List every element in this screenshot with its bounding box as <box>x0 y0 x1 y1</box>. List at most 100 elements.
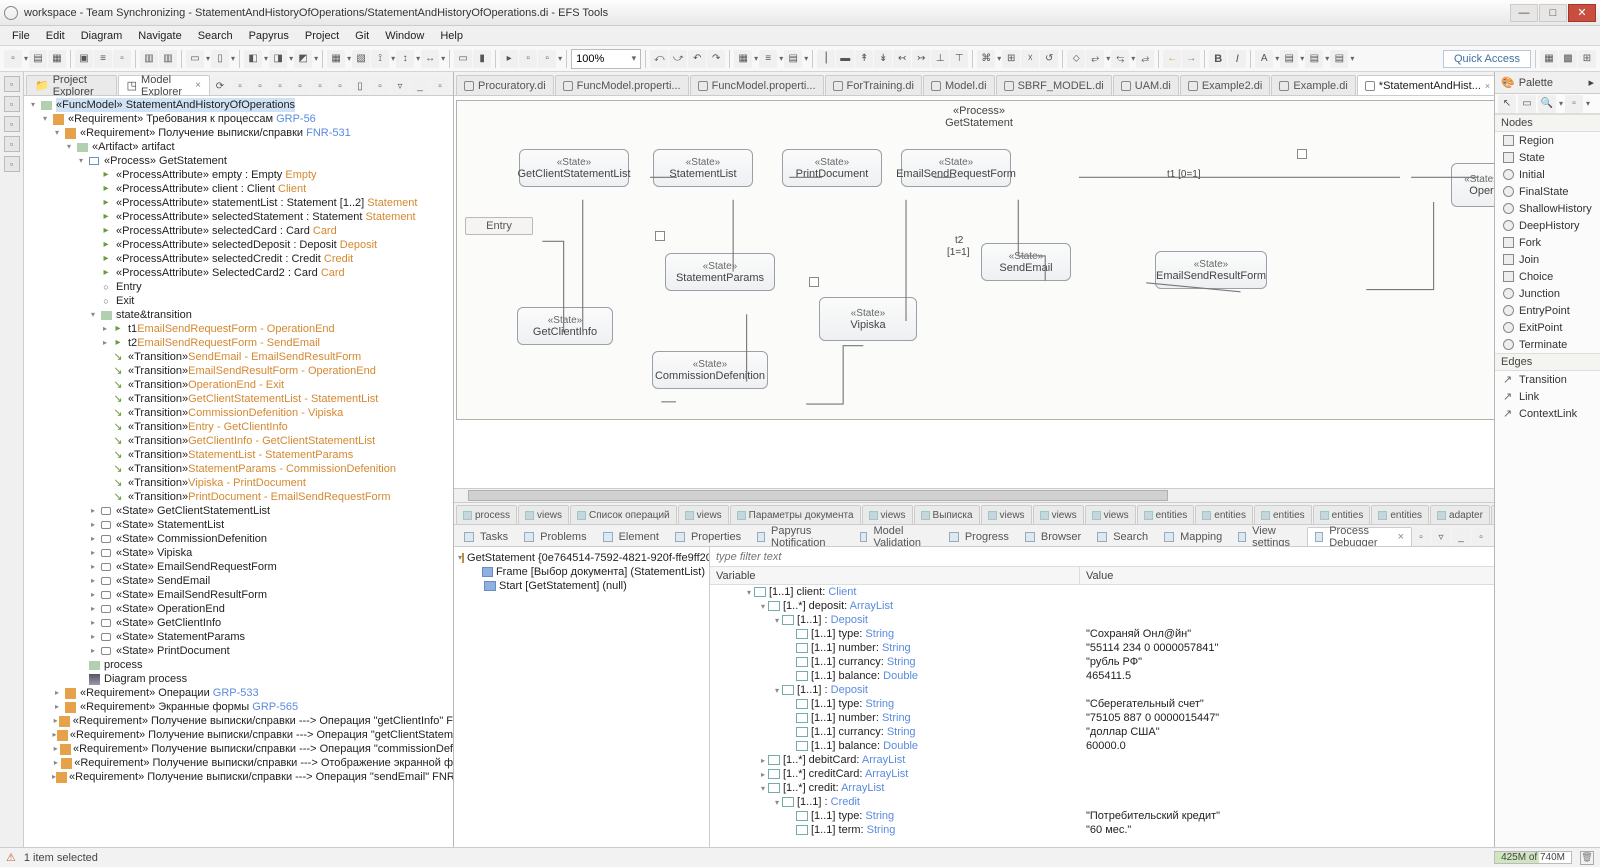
tree-node[interactable]: ▸«Requirement» Получение выписки/справки… <box>28 770 453 784</box>
view-tab[interactable]: Browser <box>1017 527 1089 546</box>
tb-icon[interactable]: ↡ <box>874 50 892 68</box>
tb-icon[interactable]: ◨ <box>269 50 287 68</box>
bottom-tab[interactable]: entities <box>1371 505 1429 524</box>
diagram-hscrollbar[interactable] <box>454 488 1494 502</box>
bottom-tab[interactable]: entities <box>1195 505 1253 524</box>
editor-tab[interactable]: Example.di <box>1271 75 1355 95</box>
tb-icon[interactable]: ▯ <box>211 50 229 68</box>
variable-row[interactable]: ▸[1..*] creditCard: ArrayList <box>710 767 1494 781</box>
chevron-right-icon[interactable]: ▸ <box>1588 76 1594 89</box>
tree-node[interactable]: ▸«State» GetClientInfo <box>28 616 453 630</box>
tb-icon[interactable]: ▫ <box>311 77 329 95</box>
palette-item[interactable]: Initial <box>1495 166 1600 183</box>
col-variable[interactable]: Variable <box>710 567 1080 584</box>
maximize-icon[interactable]: ▫ <box>431 77 449 95</box>
view-tab[interactable]: Properties <box>667 527 749 546</box>
tree-node[interactable]: ▸«State» EmailSendResultForm <box>28 588 453 602</box>
palette-cat-edges[interactable]: Edges <box>1495 353 1600 371</box>
tb-icon[interactable]: ☓ <box>1021 50 1039 68</box>
quick-access[interactable]: Quick Access <box>1443 50 1531 68</box>
model-tree[interactable]: ▾«FuncModel» StatementAndHistoryOfOperat… <box>24 96 453 847</box>
menu-window[interactable]: Window <box>377 28 432 44</box>
forward-icon[interactable]: → <box>1182 50 1200 68</box>
variable-row[interactable]: ▾[1..1] : Credit <box>710 795 1494 809</box>
tree-node[interactable]: ▾«Process» GetStatement <box>28 154 453 168</box>
tb-icon[interactable]: ▦ <box>734 50 752 68</box>
editor-tab[interactable]: FuncModel.properti... <box>555 75 689 95</box>
variable-row[interactable]: ▾[1..1] : Deposit <box>710 613 1494 627</box>
tb-icon[interactable]: ▸ <box>500 50 518 68</box>
tree-node[interactable]: ▸«ProcessAttribute» client : Client Clie… <box>28 182 453 196</box>
tree-node[interactable]: ▸«State» OperationEnd <box>28 602 453 616</box>
tb-icon[interactable]: ▯ <box>351 77 369 95</box>
variable-row[interactable]: [1..1] number: String"55114 234 0 000005… <box>710 641 1494 655</box>
close-icon[interactable]: × <box>1485 81 1490 91</box>
tb-icon[interactable]: ⊤ <box>950 50 968 68</box>
tree-node[interactable]: ▾«Requirement» Требования к процессам GR… <box>28 112 453 126</box>
view-tab[interactable]: Problems <box>516 527 594 546</box>
variable-row[interactable]: [1..1] balance: Double60000.0 <box>710 739 1494 753</box>
state-sendemail[interactable]: «State»SendEmail <box>981 243 1071 281</box>
trim-icon[interactable]: ▫ <box>4 116 20 132</box>
tb-icon[interactable]: ≡ <box>94 50 112 68</box>
tab-model-explorer[interactable]: ◳Model Explorer× <box>118 75 210 95</box>
tree-node[interactable]: ▾state&transition <box>28 308 453 322</box>
tb-icon[interactable]: ▫ <box>271 77 289 95</box>
editor-tab[interactable]: Procuratory.di <box>456 75 554 95</box>
tree-node[interactable]: ↘«Transition»PrintDocument - EmailSendRe… <box>28 490 453 504</box>
palette-cat-nodes[interactable]: Nodes <box>1495 114 1600 132</box>
palette-item[interactable]: Terminate <box>1495 336 1600 353</box>
bottom-tab[interactable]: views <box>981 505 1032 524</box>
entry-point[interactable]: Entry <box>465 217 533 235</box>
perspective-icon[interactable]: ▩ <box>1559 50 1577 68</box>
view-tab[interactable]: Model Validation <box>852 527 941 546</box>
tree-node[interactable]: ▸«Requirement» Получение выписки/справки… <box>28 756 453 770</box>
tb-icon[interactable]: ◧ <box>244 50 262 68</box>
bottom-tab[interactable]: views <box>1085 505 1136 524</box>
palette-item[interactable]: ↗Transition <box>1495 371 1600 388</box>
state-statementlist[interactable]: «State»StatementList <box>653 149 753 187</box>
tree-node[interactable]: ↘«Transition»StatementList - StatementPa… <box>28 448 453 462</box>
tb-icon[interactable]: ↶ <box>688 50 706 68</box>
menu-git[interactable]: Git <box>347 28 377 44</box>
tb-icon[interactable]: ↺ <box>1040 50 1058 68</box>
state-emailsendresultform[interactable]: «State»EmailSendResultForm <box>1155 251 1267 289</box>
state-printdocument[interactable]: «State»PrintDocument <box>782 149 882 187</box>
palette-item[interactable]: FinalState <box>1495 183 1600 200</box>
tree-node[interactable]: ↘«Transition»StatementParams - Commissio… <box>28 462 453 476</box>
palette-item[interactable]: Fork <box>1495 234 1600 251</box>
pseudo-node[interactable] <box>655 231 665 241</box>
tree-node[interactable]: ▸«Requirement» Операции GRP-533 <box>28 686 453 700</box>
variables-table[interactable]: VariableValue ▾[1..1] client: Client▾[1.… <box>710 567 1494 847</box>
tree-node[interactable]: ▾«Artifact» artifact <box>28 140 453 154</box>
tb-icon[interactable]: ↷ <box>707 50 725 68</box>
tree-node[interactable]: ▸«State» StatementParams <box>28 630 453 644</box>
state-getclientstatementlist[interactable]: «State»GetClientStatementList <box>519 149 629 187</box>
menu-navigate[interactable]: Navigate <box>130 28 189 44</box>
bottom-tab[interactable]: Параметры документа <box>730 505 861 524</box>
variable-row[interactable]: [1..1] type: String"Сохраняй Онл@йн" <box>710 627 1494 641</box>
tree-node[interactable]: ▸«ProcessAttribute» SelectedCard2 : Card… <box>28 266 453 280</box>
tree-node[interactable]: ▸▸t2EmailSendRequestForm - SendEmail <box>28 336 453 350</box>
view-tab[interactable]: Papyrus Notification <box>749 527 851 546</box>
tb-icon[interactable]: ⥂ <box>1086 50 1104 68</box>
tree-node[interactable]: ▸«ProcessAttribute» selectedCredit : Cre… <box>28 252 453 266</box>
tb-icon[interactable]: ▫ <box>291 77 309 95</box>
tb-icon[interactable]: ▫ <box>231 77 249 95</box>
tb-icon[interactable]: ⊞ <box>1002 50 1020 68</box>
variable-row[interactable]: ▾[1..*] credit: ArrayList <box>710 781 1494 795</box>
tb-icon[interactable]: ↕ <box>396 50 414 68</box>
variable-row[interactable]: [1..1] type: String"Сберегательный счет" <box>710 697 1494 711</box>
palette-item[interactable]: ExitPoint <box>1495 319 1600 336</box>
tb-save-icon[interactable]: ▤ <box>29 50 47 68</box>
tree-node[interactable]: ▸«Requirement» Получение выписки/справки… <box>28 742 453 756</box>
note-icon[interactable]: ▫ <box>1565 95 1583 113</box>
tree-node[interactable]: Diagram process <box>28 672 453 686</box>
state-getclientinfo[interactable]: «State»GetClientInfo <box>517 307 613 345</box>
state-commissiondefenition[interactable]: «State»CommissionDefenition <box>652 351 768 389</box>
tb-icon[interactable]: ↢ <box>893 50 911 68</box>
tree-node[interactable]: ▸«State» GetClientStatementList <box>28 504 453 518</box>
menu-project[interactable]: Project <box>297 28 347 44</box>
trim-icon[interactable]: ▫ <box>4 136 20 152</box>
linecolor-icon[interactable]: ▤ <box>1330 50 1348 68</box>
